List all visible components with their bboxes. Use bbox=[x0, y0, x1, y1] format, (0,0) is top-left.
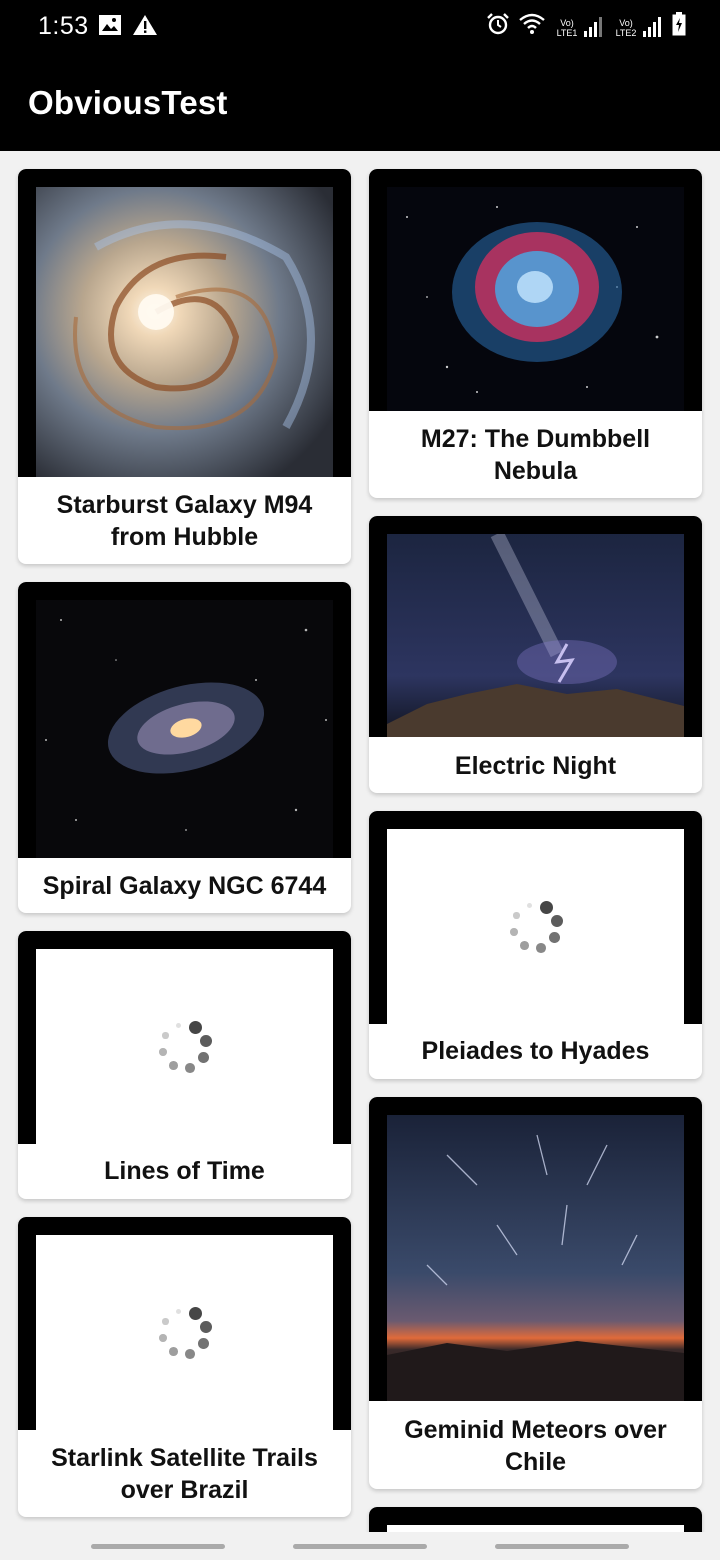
image-placeholder bbox=[36, 949, 333, 1144]
spinner-dot bbox=[199, 1034, 212, 1047]
card-title: Electric Night bbox=[454, 752, 617, 780]
apod-card[interactable]: Electric Night bbox=[369, 516, 702, 793]
status-time: 1:53 bbox=[38, 12, 89, 40]
spinner-dot bbox=[185, 1062, 196, 1073]
status-bar: 1:53 Vo) LTE1 Vo) LTE2 bbox=[0, 0, 720, 52]
spinner-dot bbox=[550, 914, 563, 927]
signal-lte1-icon: Vo) LTE1 bbox=[554, 16, 605, 38]
spinner-dot bbox=[162, 1318, 169, 1325]
apod-card[interactable]: Starlink Satellite Trails over Brazil bbox=[18, 1217, 351, 1517]
dumbbell-nebula-image bbox=[387, 187, 684, 411]
spinner-dot bbox=[527, 902, 533, 908]
spiral-galaxy-ngc6744-image bbox=[36, 600, 333, 858]
spinner-dot bbox=[513, 912, 520, 919]
spinner-dot bbox=[169, 1061, 178, 1070]
spinner-dot bbox=[510, 928, 518, 936]
apod-card[interactable]: Starburst Galaxy M94 from Hubble bbox=[18, 169, 351, 564]
app-bar: ObviousTest bbox=[0, 52, 720, 151]
spinner-dot bbox=[198, 1052, 209, 1063]
image-icon bbox=[98, 14, 122, 41]
spinner-dot bbox=[536, 942, 547, 953]
apod-card[interactable]: Geminid Meteors over Chile bbox=[369, 1097, 702, 1489]
spinner-dot bbox=[176, 1308, 182, 1314]
spinner-dot bbox=[520, 941, 529, 950]
loading-spinner-icon bbox=[155, 1017, 215, 1077]
spinner-dot bbox=[198, 1338, 209, 1349]
spinner-dot bbox=[176, 1022, 182, 1028]
card-title: Pleiades to Hyades bbox=[421, 1037, 650, 1065]
loading-spinner-icon bbox=[506, 897, 566, 957]
app-title: ObviousTest bbox=[28, 84, 228, 121]
spinner-dot bbox=[540, 900, 553, 914]
image-placeholder bbox=[36, 1235, 333, 1430]
navigation-bar bbox=[0, 1532, 720, 1560]
spinner-dot bbox=[549, 932, 560, 943]
nav-back-button[interactable] bbox=[495, 1544, 629, 1549]
apod-card[interactable]: Spiral Galaxy NGC 6744 bbox=[18, 582, 351, 913]
signal-lte2-icon: Vo) LTE2 bbox=[613, 16, 664, 38]
card-title: Geminid Meteors over Chile bbox=[404, 1416, 667, 1476]
card-title: Starlink Satellite Trails over Brazil bbox=[51, 1444, 318, 1504]
wifi-icon bbox=[518, 12, 546, 41]
apod-card[interactable]: Lines of Time bbox=[18, 931, 351, 1199]
spinner-dot bbox=[159, 1334, 167, 1342]
geminid-meteors-image bbox=[387, 1115, 684, 1401]
spinner-dot bbox=[199, 1320, 212, 1333]
spinner-dot bbox=[189, 1020, 202, 1034]
nav-home-button[interactable] bbox=[293, 1544, 427, 1549]
spinner-dot bbox=[185, 1348, 196, 1359]
spinner-dot bbox=[162, 1032, 169, 1039]
warning-icon bbox=[132, 14, 158, 41]
battery-charging-icon bbox=[672, 12, 686, 41]
nav-recents-button[interactable] bbox=[91, 1544, 225, 1549]
electric-night-image bbox=[387, 534, 684, 737]
card-title: Spiral Galaxy NGC 6744 bbox=[42, 872, 327, 900]
alarm-icon bbox=[486, 12, 510, 41]
screen: 1:53 Vo) LTE1 Vo) LTE2 ObviousTest Starb… bbox=[0, 0, 720, 1560]
card-title: Starburst Galaxy M94 from Hubble bbox=[56, 491, 313, 551]
spinner-dot bbox=[159, 1048, 167, 1056]
apod-card[interactable]: M27: The Dumbbell Nebula bbox=[369, 169, 702, 498]
spinner-dot bbox=[169, 1347, 178, 1356]
image-placeholder bbox=[387, 829, 684, 1024]
loading-spinner-icon bbox=[155, 1303, 215, 1363]
spinner-dot bbox=[189, 1306, 202, 1320]
card-title: M27: The Dumbbell Nebula bbox=[420, 425, 651, 485]
apod-card[interactable]: Pleiades to Hyades bbox=[369, 811, 702, 1079]
card-title: Lines of Time bbox=[104, 1157, 265, 1185]
galaxy-m94-image bbox=[36, 187, 333, 477]
